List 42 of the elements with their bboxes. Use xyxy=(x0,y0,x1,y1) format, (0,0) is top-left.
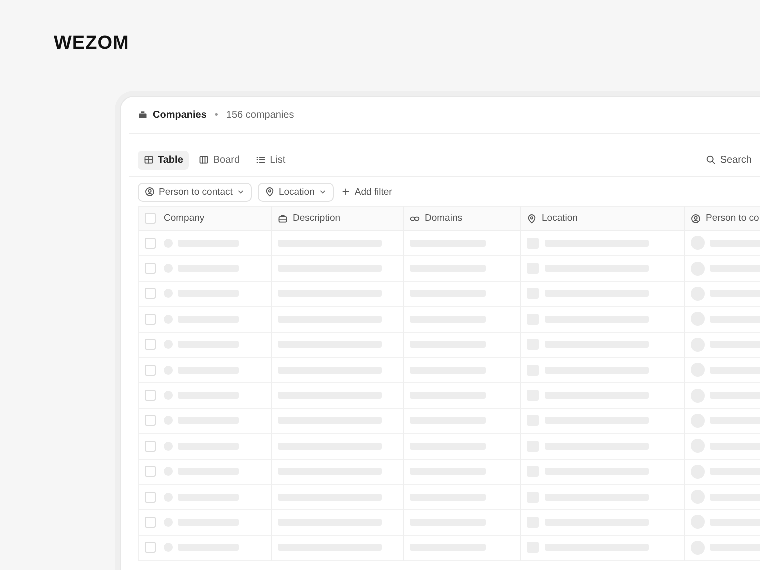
column-header[interactable]: Company xyxy=(164,213,205,224)
checkbox[interactable] xyxy=(145,364,156,376)
company-count: 156 companies xyxy=(226,110,294,120)
column-header[interactable]: Domains xyxy=(425,213,462,224)
checkbox[interactable] xyxy=(145,238,156,249)
column-header[interactable]: Location xyxy=(542,213,578,224)
separator-dot: • xyxy=(214,110,218,120)
list-icon xyxy=(256,155,266,165)
checkbox[interactable] xyxy=(145,516,156,528)
checkbox[interactable] xyxy=(145,542,156,554)
checkbox[interactable] xyxy=(145,314,156,325)
person-circle-icon xyxy=(145,187,155,197)
view-tab[interactable]: List xyxy=(250,150,292,170)
checkbox[interactable] xyxy=(145,440,156,452)
wezom-logo: WEZOM xyxy=(54,34,130,54)
columns-icon xyxy=(199,155,210,165)
checkbox[interactable] xyxy=(145,466,156,478)
view-tab[interactable]: Table xyxy=(138,150,190,170)
filter-dropdown[interactable]: Location xyxy=(258,182,334,202)
checkbox[interactable] xyxy=(145,288,156,300)
checkbox[interactable] xyxy=(145,415,156,426)
chevron-down-icon xyxy=(236,188,245,196)
map-pin-icon xyxy=(264,187,275,197)
add-filter-button[interactable]: Add filter xyxy=(340,184,394,200)
checkbox[interactable] xyxy=(145,263,156,274)
filter-dropdown[interactable]: Person to contact xyxy=(138,182,252,202)
checkbox[interactable] xyxy=(145,390,156,402)
search-icon xyxy=(706,155,716,165)
page-title: Companies xyxy=(153,110,207,120)
checkbox[interactable] xyxy=(145,339,156,350)
view-tab[interactable]: Board xyxy=(193,150,246,170)
column-header[interactable]: Description xyxy=(293,213,341,224)
person-circle-icon xyxy=(691,214,701,224)
chevron-down-icon xyxy=(318,188,327,196)
map-pin-icon xyxy=(527,214,537,224)
box-icon xyxy=(138,110,148,120)
search-button[interactable]: Search xyxy=(706,150,752,170)
plus-icon xyxy=(342,188,350,196)
table-grid-icon xyxy=(144,155,154,165)
briefcase-icon xyxy=(278,214,288,224)
checkbox[interactable] xyxy=(145,213,156,224)
checkbox[interactable] xyxy=(145,492,156,503)
